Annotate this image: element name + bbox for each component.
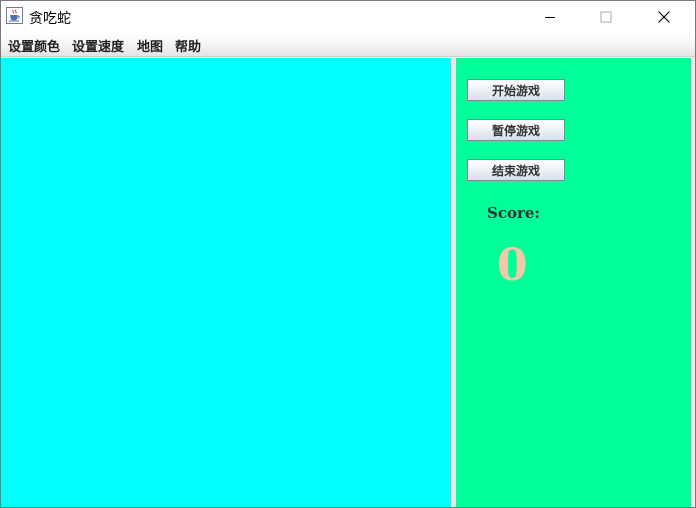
score-value: 0	[497, 240, 528, 291]
maximize-icon	[600, 11, 612, 22]
menu-map[interactable]: 地图	[137, 36, 163, 55]
menu-bar: 设置颜色 设置速度 地图 帮助	[1, 32, 695, 57]
maximize-button[interactable]	[583, 1, 629, 32]
end-game-button[interactable]: 结束游戏	[467, 159, 565, 181]
close-icon	[658, 10, 670, 23]
window-border	[691, 58, 695, 507]
menu-help[interactable]: 帮助	[175, 36, 201, 55]
java-cup-icon	[6, 7, 23, 24]
minimize-icon	[545, 16, 555, 18]
pause-game-button[interactable]: 暂停游戏	[467, 119, 565, 141]
app-window: 贪吃蛇 设置颜色 设置速度 地图 帮助 开始游戏 暂停游戏 结束游戏 Score…	[0, 0, 696, 508]
start-game-button[interactable]: 开始游戏	[467, 79, 565, 101]
menu-set-speed[interactable]: 设置速度	[72, 36, 124, 55]
control-panel: 开始游戏 暂停游戏 结束游戏 Score: 0	[456, 58, 691, 507]
score-label: Score:	[487, 204, 540, 222]
menu-set-color[interactable]: 设置颜色	[8, 36, 60, 55]
title-bar[interactable]: 贪吃蛇	[1, 1, 695, 32]
minimize-button[interactable]	[527, 1, 573, 32]
window-title: 贪吃蛇	[29, 11, 71, 27]
game-board[interactable]	[1, 58, 451, 507]
close-button[interactable]	[641, 1, 687, 32]
